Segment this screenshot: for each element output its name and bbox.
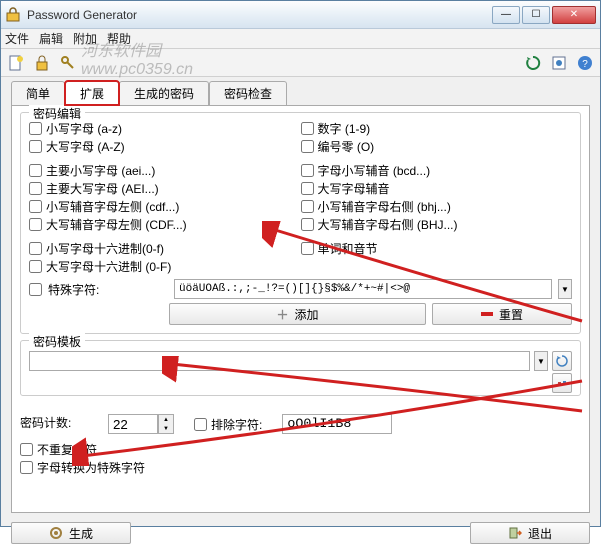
template-shuffle-button[interactable] (552, 373, 572, 393)
lbl-special: 特殊字符: (48, 281, 168, 298)
maximize-button[interactable]: ☐ (522, 6, 550, 24)
lbl-count: 密码计数: (20, 414, 88, 431)
menu-addon[interactable]: 附加 (73, 30, 97, 47)
chk-alpha-upper-cons[interactable] (301, 182, 314, 195)
chk-hex-lower[interactable] (29, 242, 42, 255)
count-input[interactable] (108, 414, 158, 434)
chk-cons-lower-right[interactable] (301, 200, 314, 213)
menu-view[interactable]: 扁辑 (39, 30, 63, 47)
group-title-template: 密码模板 (29, 333, 85, 350)
tab-extended[interactable]: 扩展 (65, 81, 119, 105)
lbl-digits: 数字 (1-9) (318, 120, 371, 137)
key-icon[interactable] (59, 54, 77, 72)
chk-no-repeat[interactable] (20, 443, 33, 456)
gear-icon (49, 526, 63, 540)
lbl-hex-upper: 大写字母十六进制 (0-F) (46, 258, 171, 275)
chk-syllable[interactable] (301, 242, 314, 255)
refresh-icon[interactable] (524, 54, 542, 72)
chk-convert[interactable] (20, 461, 33, 474)
options-icon[interactable] (550, 54, 568, 72)
lbl-cons-lower-left: 小写辅音字母左侧 (cdf...) (46, 198, 179, 215)
exclude-input[interactable] (282, 414, 392, 434)
lbl-convert: 字母转换为特殊字符 (37, 459, 145, 476)
tab-simple[interactable]: 简单 (11, 81, 65, 105)
template-refresh-button[interactable] (552, 351, 572, 371)
svg-text:?: ? (582, 59, 588, 70)
plus-icon: ＋ (276, 306, 288, 323)
chk-vowel-upper[interactable] (29, 182, 42, 195)
chk-cons-upper-right[interactable] (301, 218, 314, 231)
chk-special[interactable] (29, 283, 42, 296)
template-input[interactable] (29, 351, 530, 371)
tab-bar: 简单 扩展 生成的密码 密码检查 (1, 81, 600, 105)
app-window: Password Generator — ☐ ✕ 文件 扁辑 附加 帮助 ? 河… (0, 0, 601, 527)
exit-icon (508, 526, 522, 540)
chk-exclude[interactable] (194, 418, 207, 431)
toolbar: ? (1, 49, 600, 77)
lock-icon[interactable] (33, 54, 51, 72)
lbl-exclude: 排除字符: (211, 416, 262, 433)
tab-generated[interactable]: 生成的密码 (119, 81, 209, 105)
window-title: Password Generator (27, 8, 492, 22)
app-icon (5, 7, 21, 23)
lbl-syllable: 单词和音节 (318, 240, 378, 257)
lbl-cons-upper-left: 大写辅音字母左侧 (CDF...) (46, 216, 187, 233)
lbl-cons-upper-right: 大写辅音字母右侧 (BHJ...) (318, 216, 458, 233)
minimize-button[interactable]: — (492, 6, 520, 24)
chk-alpha-lower-cons[interactable] (301, 164, 314, 177)
chk-cons-lower-left[interactable] (29, 200, 42, 213)
chk-vowel-lower[interactable] (29, 164, 42, 177)
exit-button[interactable]: 退出 (470, 522, 590, 544)
menu-help[interactable]: 帮助 (107, 30, 131, 47)
reset-button[interactable]: 重置 (432, 303, 572, 325)
chk-digits[interactable] (301, 122, 314, 135)
lbl-cons-lower-right: 小写辅音字母右侧 (bhj...) (318, 198, 451, 215)
help-icon[interactable]: ? (576, 54, 594, 72)
lbl-upper: 大写字母 (A-Z) (46, 138, 125, 155)
add-button[interactable]: ＋添加 (169, 303, 426, 325)
minus-icon (481, 312, 493, 316)
chk-upper[interactable] (29, 140, 42, 153)
group-title-edit: 密码编辑 (29, 105, 85, 122)
password-edit-group: 密码编辑 小写字母 (a-z) 大写字母 (A-Z) 主要小写字母 (aei..… (20, 112, 581, 334)
special-input[interactable] (174, 279, 552, 299)
chk-zero[interactable] (301, 140, 314, 153)
lbl-vowel-lower: 主要小写字母 (aei...) (46, 162, 155, 179)
lbl-no-repeat: 不重复字符 (37, 441, 97, 458)
menu-file[interactable]: 文件 (5, 30, 29, 47)
tab-check[interactable]: 密码检查 (209, 81, 287, 105)
chk-cons-upper-left[interactable] (29, 218, 42, 231)
tab-content: 密码编辑 小写字母 (a-z) 大写字母 (A-Z) 主要小写字母 (aei..… (11, 105, 590, 513)
menubar: 文件 扁辑 附加 帮助 (1, 29, 600, 49)
lbl-hex-lower: 小写字母十六进制(0-f) (46, 240, 164, 257)
lbl-vowel-upper: 主要大写字母 (AEI...) (46, 180, 159, 197)
lbl-alpha-lower-cons: 字母小写辅音 (bcd...) (318, 162, 431, 179)
close-button[interactable]: ✕ (552, 6, 596, 24)
chk-hex-upper[interactable] (29, 260, 42, 273)
special-dropdown[interactable]: ▼ (558, 279, 572, 299)
generate-button[interactable]: 生成 (11, 522, 131, 544)
template-group: 密码模板 ▼ (20, 340, 581, 396)
new-icon[interactable] (7, 54, 25, 72)
count-spinner[interactable]: ▲▼ (158, 414, 174, 434)
footer: 生成 退出 (1, 519, 600, 547)
template-dropdown[interactable]: ▼ (534, 351, 548, 371)
lbl-lower: 小写字母 (a-z) (46, 120, 122, 137)
lbl-alpha-upper-cons: 大写字母辅音 (318, 180, 390, 197)
lbl-zero: 编号零 (O) (318, 138, 375, 155)
titlebar: Password Generator — ☐ ✕ (1, 1, 600, 29)
chk-lower[interactable] (29, 122, 42, 135)
